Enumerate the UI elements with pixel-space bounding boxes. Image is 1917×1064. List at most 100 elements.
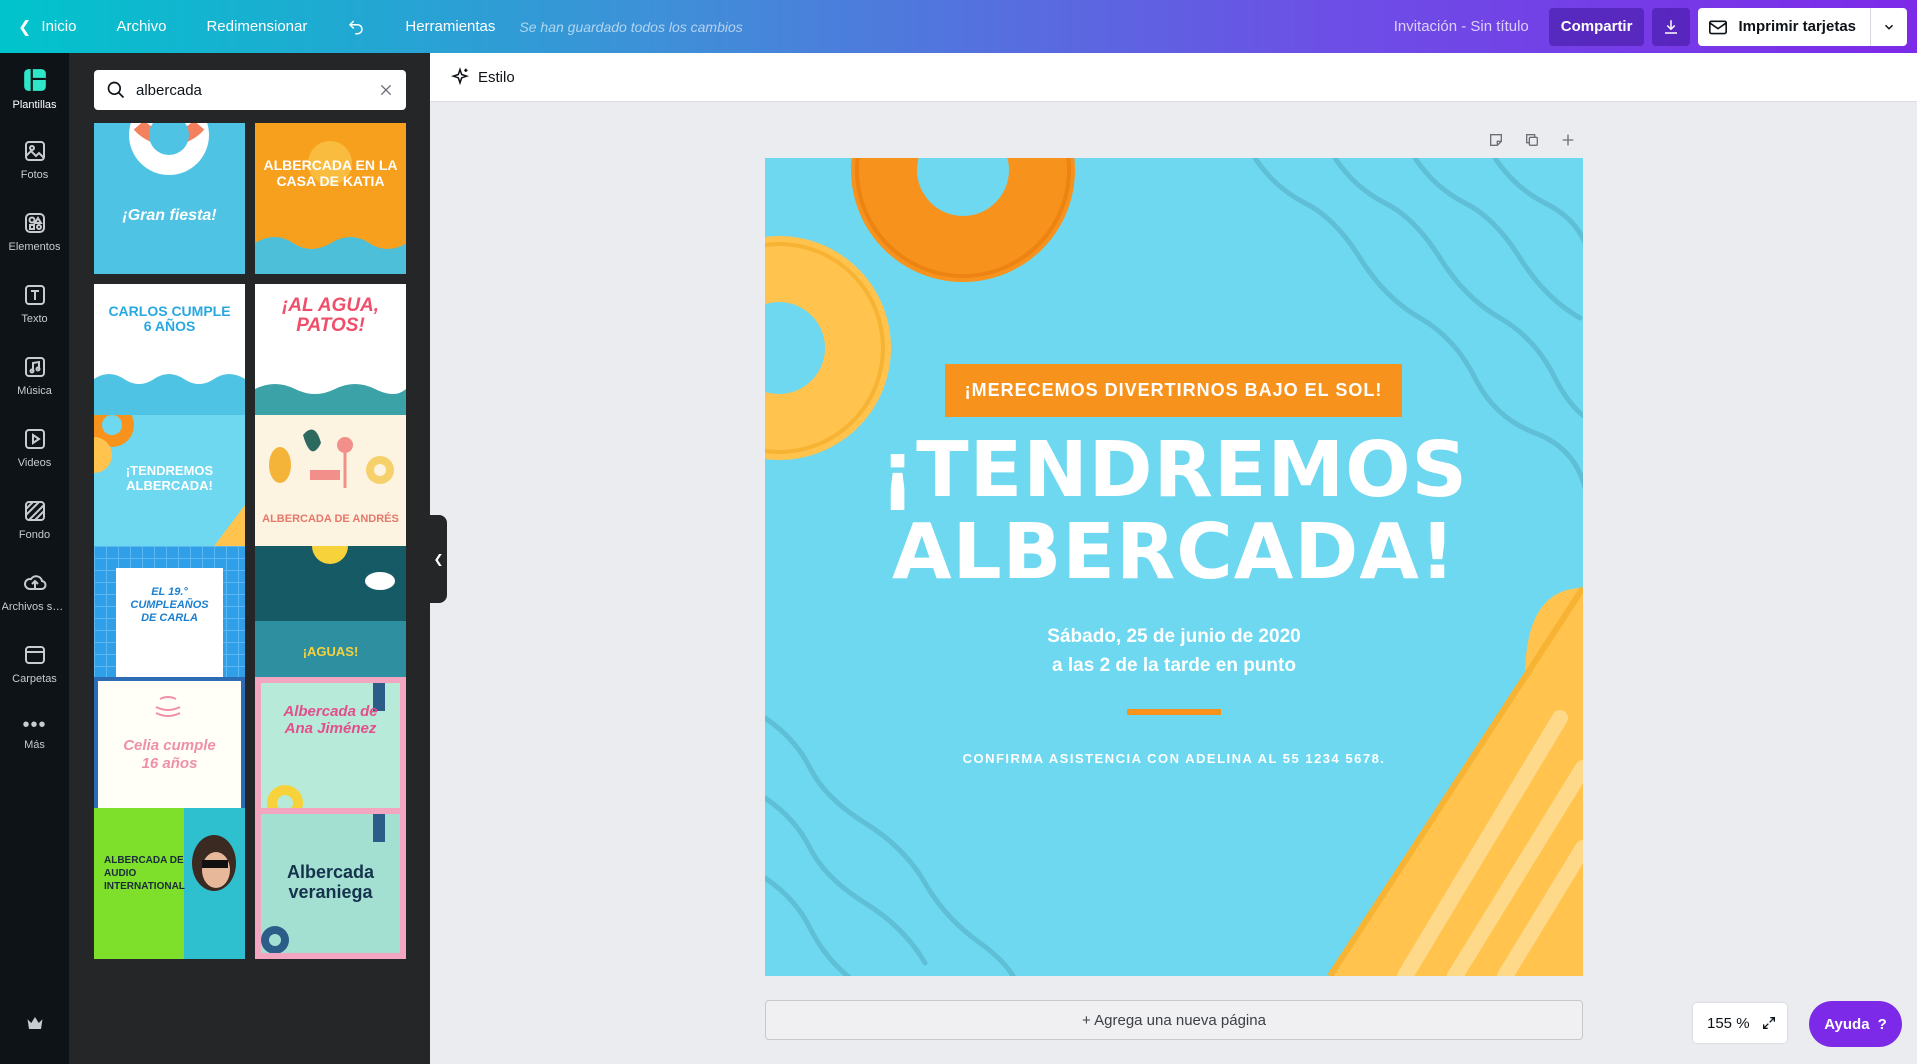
template-thumbnail[interactable]: Albercada veraniega bbox=[255, 808, 406, 959]
nav-more-label: Más bbox=[24, 739, 45, 751]
question-icon: ? bbox=[1877, 1015, 1887, 1033]
note-icon bbox=[1490, 134, 1502, 146]
more-icon: ••• bbox=[22, 714, 47, 736]
zoom-level: 155 % bbox=[1707, 1014, 1750, 1032]
template-thumbnail[interactable]: CARLOS CUMPLE 6 AÑOS bbox=[94, 284, 245, 435]
design-headline[interactable]: ¡TENDREMOS ALBERCADA! bbox=[765, 430, 1583, 594]
sun-cloud-graphic bbox=[255, 546, 406, 621]
home-label: Inicio bbox=[41, 18, 77, 35]
template-thumbnail[interactable]: ALBERCADA DE ANDRÉS bbox=[255, 415, 406, 566]
template-title: CARLOS CUMPLE 6 AÑOS bbox=[108, 303, 231, 334]
nav-background[interactable]: Fondo bbox=[0, 499, 69, 541]
design-banner[interactable]: ¡MERECEMOS DIVERTIRNOS BAJO EL SOL! bbox=[945, 364, 1402, 417]
editor-toolbar: Estilo bbox=[430, 53, 1917, 102]
chevron-left-icon: ❮ bbox=[433, 552, 444, 566]
nav-background-label: Fondo bbox=[18, 529, 51, 541]
style-button[interactable]: Estilo bbox=[450, 67, 515, 87]
flamingo-pineapple-graphic bbox=[269, 429, 394, 488]
template-thumbnail[interactable]: ¡Gran fiesta! bbox=[94, 123, 245, 274]
nav-elements[interactable]: Elementos bbox=[0, 211, 69, 253]
add-page-icon-button[interactable] bbox=[1550, 130, 1586, 150]
document-title[interactable]: Invitación - Sin título bbox=[1374, 18, 1549, 35]
search-icon bbox=[107, 81, 125, 99]
undo-button[interactable] bbox=[327, 0, 385, 53]
template-title: ¡AGUAS! bbox=[302, 644, 359, 659]
resize-menu[interactable]: Redimensionar bbox=[186, 0, 327, 53]
share-button[interactable]: Compartir bbox=[1548, 7, 1645, 46]
home-button[interactable]: ❮ Inicio bbox=[0, 0, 96, 53]
download-button[interactable] bbox=[1652, 7, 1691, 46]
print-cards-button[interactable]: Imprimir tarjetas bbox=[1698, 7, 1907, 46]
save-status: Se han guardado todos los cambios bbox=[519, 18, 743, 35]
download-icon bbox=[1665, 19, 1678, 34]
design-date[interactable]: Sábado, 25 de junio de 2020 a las 2 de l… bbox=[765, 622, 1583, 680]
nav-folders[interactable]: Carpetas bbox=[0, 643, 69, 685]
template-title: Albercada veraniega bbox=[286, 862, 375, 902]
template-thumbnail[interactable]: ¡AL AGUA, PATOS! bbox=[255, 284, 406, 435]
mail-icon bbox=[1709, 19, 1728, 34]
collapse-panel-button[interactable]: ❮ bbox=[430, 515, 447, 603]
template-title: ¡Gran fiesta! bbox=[122, 207, 217, 224]
add-page-button[interactable]: + Agrega una nueva página bbox=[765, 1000, 1583, 1040]
file-menu[interactable]: Archivo bbox=[96, 0, 186, 53]
templates-icon bbox=[23, 69, 46, 91]
nav-videos-label: Videos bbox=[17, 457, 52, 469]
nav-templates[interactable]: Plantillas bbox=[0, 54, 69, 126]
template-title: ¡AL AGUA, PATOS! bbox=[281, 295, 380, 336]
lifebuoy-graphic bbox=[129, 123, 209, 175]
elements-icon bbox=[24, 213, 45, 233]
template-title: Celia cumple 16 años bbox=[123, 737, 216, 772]
nav-more[interactable]: ••• Más bbox=[0, 714, 69, 751]
background-icon bbox=[24, 501, 45, 521]
template-thumbnail[interactable]: ALBERCADA EN LA CASA DE KATIA bbox=[255, 123, 406, 274]
templates-panel: ¡Gran fiesta! ALBERCADA EN LA CASA DE KA… bbox=[69, 53, 430, 1064]
nav-photos[interactable]: Fotos bbox=[0, 139, 69, 181]
music-icon bbox=[24, 357, 45, 377]
page-tools bbox=[1478, 130, 1586, 150]
photos-icon bbox=[24, 141, 45, 161]
video-icon bbox=[24, 429, 45, 449]
nav-elements-label: Elementos bbox=[8, 241, 61, 253]
premium-button[interactable] bbox=[0, 1015, 69, 1031]
nav-text[interactable]: Texto bbox=[0, 283, 69, 325]
sparkle-icon bbox=[450, 67, 470, 86]
add-note-button[interactable] bbox=[1478, 130, 1514, 150]
chevron-down-icon bbox=[1884, 24, 1894, 30]
upload-icon bbox=[23, 575, 46, 590]
design-canvas[interactable]: ¡MERECEMOS DIVERTIRNOS BAJO EL SOL! ¡TEN… bbox=[765, 158, 1583, 976]
template-thumbnail[interactable]: Celia cumple 16 años bbox=[94, 677, 245, 828]
zoom-control[interactable]: 155 % bbox=[1693, 1003, 1787, 1043]
design-divider[interactable] bbox=[1127, 709, 1221, 715]
template-thumbnail[interactable]: ¡AGUAS! bbox=[255, 546, 406, 697]
sun-waves-graphic bbox=[255, 141, 406, 274]
template-title: ¡TENDREMOS ALBERCADA! bbox=[125, 463, 214, 493]
help-label: Ayuda bbox=[1824, 1015, 1870, 1033]
nav-music[interactable]: Música bbox=[0, 355, 69, 397]
duplicate-page-button[interactable] bbox=[1514, 130, 1550, 150]
search-input[interactable] bbox=[136, 81, 378, 99]
nav-uploads[interactable]: Archivos su... bbox=[0, 571, 69, 613]
design-rsvp[interactable]: CONFIRMA ASISTENCIA CON ADELINA AL 55 12… bbox=[765, 751, 1583, 766]
template-thumbnail[interactable]: EL 19.° CUMPLEAÑOS DE CARLA bbox=[94, 546, 245, 697]
nav-videos[interactable]: Videos bbox=[0, 427, 69, 469]
template-title: ALBERCADA DE AUDIO INTERNATIONAL bbox=[104, 855, 185, 892]
print-options-dropdown[interactable] bbox=[1871, 8, 1907, 46]
template-thumbnail[interactable]: Albercada de Ana Jiménez bbox=[255, 677, 406, 828]
template-search bbox=[94, 70, 406, 110]
expand-icon[interactable] bbox=[1761, 1015, 1777, 1031]
template-title: Albercada de Ana Jiménez bbox=[283, 703, 378, 737]
template-title: ALBERCADA DE ANDRÉS bbox=[262, 513, 399, 525]
side-nav: Plantillas Fotos Elementos Texto Música … bbox=[0, 53, 69, 1064]
headline-line-1: ¡TENDREMOS bbox=[879, 426, 1469, 515]
text-icon bbox=[24, 285, 45, 305]
template-title: ALBERCADA EN LA CASA DE KATIA bbox=[263, 157, 398, 189]
top-bar: ❮ Inicio Archivo Redimensionar Herramien… bbox=[0, 0, 1917, 53]
clear-search-icon[interactable] bbox=[378, 82, 394, 98]
template-thumbnail[interactable]: ALBERCADA DE AUDIO INTERNATIONAL bbox=[94, 808, 245, 959]
template-thumbnail[interactable]: ¡TENDREMOS ALBERCADA! bbox=[94, 415, 245, 566]
tools-menu[interactable]: Herramientas bbox=[385, 0, 515, 53]
help-button[interactable]: Ayuda ? bbox=[1809, 1001, 1902, 1047]
nav-templates-label: Plantillas bbox=[12, 99, 57, 111]
nav-photos-label: Fotos bbox=[20, 169, 49, 181]
print-cards-main[interactable]: Imprimir tarjetas bbox=[1698, 7, 1871, 46]
